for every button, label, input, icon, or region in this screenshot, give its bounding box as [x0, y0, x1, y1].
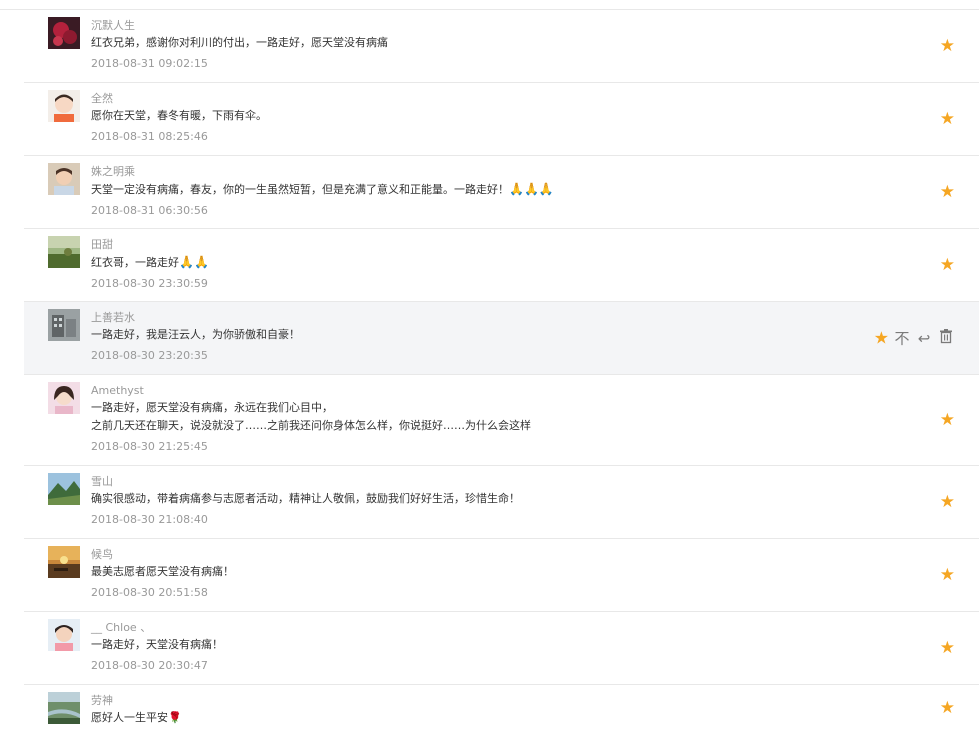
comment-author[interactable]: 姝之明乘 [91, 164, 839, 180]
comment-timestamp: 2018-08-30 21:25:45 [91, 440, 208, 453]
trash-icon[interactable] [937, 329, 955, 348]
comment-author[interactable]: 田甜 [91, 237, 839, 253]
comment-text: 愿你在天堂，春冬有暖，下雨有伞。 [91, 107, 839, 125]
comment-content: 沉默人生红衣兄弟，感谢你对利川的付出，一路走好，愿天堂没有病痛 2018-08-3… [91, 18, 839, 72]
comment-text-line: 之前几天还在聊天，说没就没了……之前我还问你身体怎么样，你说挺好……为什么会这样 [91, 419, 531, 432]
comment-timestamp: 2018-08-30 23:20:35 [91, 349, 208, 362]
avatar[interactable] [48, 692, 80, 724]
comment-item: 田甜 红衣哥，一路走好🙏🙏 2018-08-30 23:30:59 ★ [24, 229, 979, 302]
comment-text: 一路走好，我是汪云人，为你骄傲和自豪！ [91, 326, 839, 344]
comment-content: 全然愿你在天堂，春冬有暖，下雨有伞。 2018-08-31 08:25:46 [91, 91, 839, 145]
comment-text-line: 最美志愿者愿天堂没有病痛！ [91, 565, 234, 578]
comment-actions: ★ [940, 110, 955, 128]
comment-text-line: 一路走好，天堂没有病痛！ [91, 638, 223, 651]
comment-text-line: 确实很感动，带着病痛参与志愿者活动，精神让人敬佩，鼓励我们好好生活，珍惜生命！ [91, 492, 520, 505]
star-icon[interactable]: ★ [940, 566, 955, 584]
comment-author[interactable]: 全然 [91, 91, 839, 107]
star-icon[interactable]: ★ [940, 256, 955, 274]
comment-text: 红衣兄弟，感谢你对利川的付出，一路走好，愿天堂没有病痛 [91, 34, 839, 52]
star-icon[interactable]: ★ [940, 639, 955, 657]
comment-actions: ★ 不 ↩ [874, 329, 955, 348]
comment-actions: ★ [940, 699, 955, 717]
comment-actions: ★ [940, 493, 955, 511]
comment-text: 红衣哥，一路走好🙏🙏 [91, 253, 839, 272]
comment-content: Amethyst 一路走好，愿天堂没有病痛，永远在我们心目中， 之前几天还在聊天，说… [91, 383, 839, 455]
comment-item: 上善若水一路走好，我是汪云人，为你骄傲和自豪！ 2018-08-30 23:20:… [24, 302, 979, 375]
comment-content: 田甜 红衣哥，一路走好🙏🙏 2018-08-30 23:30:59 [91, 237, 839, 292]
comment-actions: ★ [940, 256, 955, 274]
avatar[interactable] [48, 473, 80, 505]
comment-item: Amethyst 一路走好，愿天堂没有病痛，永远在我们心目中， 之前几天还在聊天，说… [24, 375, 979, 466]
comment-actions: ★ [940, 566, 955, 584]
comment-content: 姝之明乘 天堂一定没有病痛，春友，你的一生虽然短暂，但是充满了意义和正能量。一路走… [91, 164, 839, 219]
comment-item: 全然愿你在天堂，春冬有暖，下雨有伞。 2018-08-31 08:25:46 ★ [24, 83, 979, 156]
comment-timestamp: 2018-08-30 21:08:40 [91, 513, 208, 526]
avatar[interactable] [48, 619, 80, 651]
comment-content: 劳神 愿好人一生平安🌹 [91, 693, 839, 727]
comment-content: 雪山确实很感动，带着病痛参与志愿者活动，精神让人敬佩，鼓励我们好好生活，珍惜生命… [91, 474, 839, 528]
comment-text-line: 愿好人一生平安 [91, 711, 168, 724]
comment-timestamp: 2018-08-30 20:30:47 [91, 659, 208, 672]
star-icon[interactable]: ★ [874, 329, 889, 347]
comment-text-line: 一路走好，我是汪云人，为你骄傲和自豪！ [91, 328, 300, 341]
comment-text-line: 红衣兄弟，感谢你对利川的付出，一路走好，愿天堂没有病痛 [91, 36, 388, 49]
star-icon[interactable]: ★ [940, 110, 955, 128]
comment-actions: ★ [940, 639, 955, 657]
praying-hands-emoji-icon: 🙏🙏 [179, 255, 209, 269]
avatar[interactable] [48, 90, 80, 122]
comment-timestamp: 2018-08-31 08:25:46 [91, 130, 208, 143]
comment-item: 劳神 愿好人一生平安🌹 ★ [24, 685, 979, 731]
comment-item: 候鸟最美志愿者愿天堂没有病痛！ 2018-08-30 20:51:58 ★ [24, 539, 979, 612]
comment-author[interactable]: 候鸟 [91, 547, 839, 563]
comment-timestamp: 2018-08-30 20:51:58 [91, 586, 208, 599]
star-icon[interactable]: ★ [940, 699, 955, 717]
comment-timestamp: 2018-08-31 06:30:56 [91, 204, 208, 217]
comment-timestamp: 2018-08-31 09:02:15 [91, 57, 208, 70]
comment-list: 沉默人生红衣兄弟，感谢你对利川的付出，一路走好，愿天堂没有病痛 2018-08-3… [24, 10, 979, 731]
comment-text: 一路走好，天堂没有病痛！ [91, 636, 839, 654]
comment-content: 候鸟最美志愿者愿天堂没有病痛！ 2018-08-30 20:51:58 [91, 547, 839, 601]
comment-author[interactable]: 沉默人生 [91, 18, 839, 34]
avatar[interactable] [48, 17, 80, 49]
star-icon[interactable]: ★ [940, 493, 955, 511]
dislike-icon[interactable]: 不 [893, 329, 911, 347]
comment-timestamp: 2018-08-30 23:30:59 [91, 277, 208, 290]
avatar[interactable] [48, 546, 80, 578]
comment-text: 天堂一定没有病痛，春友，你的一生虽然短暂，但是充满了意义和正能量。一路走好！🙏🙏… [91, 180, 839, 199]
star-icon[interactable]: ★ [940, 37, 955, 55]
comment-text-line: 愿你在天堂，春冬有暖，下雨有伞。 [91, 109, 267, 122]
comment-author[interactable]: __ Chloe 、 [91, 620, 839, 636]
comment-author[interactable]: 雪山 [91, 474, 839, 490]
comment-item: __ Chloe 、一路走好，天堂没有病痛！ 2018-08-30 20:30:4… [24, 612, 979, 685]
comment-author[interactable]: 上善若水 [91, 310, 839, 326]
avatar[interactable] [48, 163, 80, 195]
comment-author[interactable]: 劳神 [91, 693, 839, 709]
avatar[interactable] [48, 236, 80, 268]
comment-content: 上善若水一路走好，我是汪云人，为你骄傲和自豪！ 2018-08-30 23:20:… [91, 310, 839, 364]
comment-text-line: 天堂一定没有病痛，春友，你的一生虽然短暂，但是充满了意义和正能量。一路走好！ [91, 183, 509, 196]
star-icon[interactable]: ★ [940, 411, 955, 429]
comment-text: 确实很感动，带着病痛参与志愿者活动，精神让人敬佩，鼓励我们好好生活，珍惜生命！ [91, 490, 839, 508]
avatar[interactable] [48, 382, 80, 414]
comment-author[interactable]: Amethyst [91, 383, 839, 399]
comment-text: 最美志愿者愿天堂没有病痛！ [91, 563, 839, 581]
comment-item: 姝之明乘 天堂一定没有病痛，春友，你的一生虽然短暂，但是充满了意义和正能量。一路走… [24, 156, 979, 229]
reply-icon[interactable]: ↩ [915, 329, 933, 347]
rose-emoji-icon: 🌹 [168, 711, 182, 724]
comment-text: 愿好人一生平安🌹 [91, 709, 839, 727]
comment-text: 一路走好，愿天堂没有病痛，永远在我们心目中， [91, 399, 839, 417]
comment-content: __ Chloe 、一路走好，天堂没有病痛！ 2018-08-30 20:30:4… [91, 620, 839, 674]
comment-item: 雪山确实很感动，带着病痛参与志愿者活动，精神让人敬佩，鼓励我们好好生活，珍惜生命… [24, 466, 979, 539]
star-icon[interactable]: ★ [940, 183, 955, 201]
comment-item: 沉默人生红衣兄弟，感谢你对利川的付出，一路走好，愿天堂没有病痛 2018-08-3… [24, 10, 979, 83]
comment-actions: ★ [940, 37, 955, 55]
comment-text: 之前几天还在聊天，说没就没了……之前我还问你身体怎么样，你说挺好……为什么会这样 [91, 417, 839, 435]
comment-text-line: 一路走好，愿天堂没有病痛，永远在我们心目中， [91, 401, 333, 414]
praying-hands-emoji-icon: 🙏🙏🙏 [509, 182, 554, 196]
comment-actions: ★ [940, 183, 955, 201]
comment-actions: ★ [940, 411, 955, 429]
avatar[interactable] [48, 309, 80, 341]
comment-text-line: 红衣哥，一路走好 [91, 256, 179, 269]
